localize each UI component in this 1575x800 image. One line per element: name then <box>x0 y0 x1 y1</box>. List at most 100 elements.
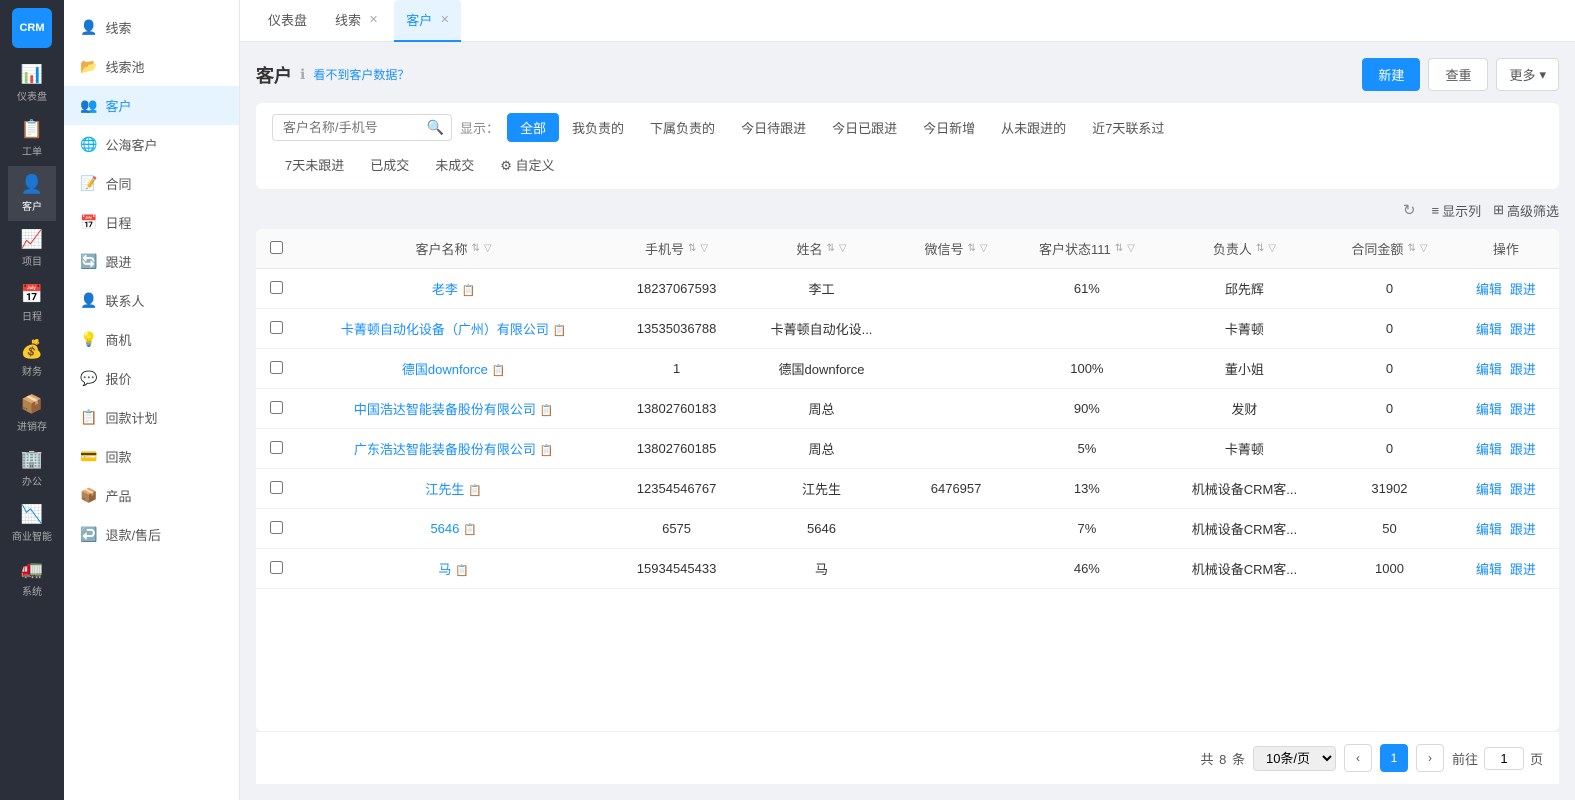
copy-icon-5[interactable]: 📋 <box>468 485 482 497</box>
edit-btn-3[interactable]: 编辑 <box>1476 402 1502 417</box>
row-select-1[interactable] <box>270 321 283 334</box>
followup-btn-3[interactable]: 跟进 <box>1510 402 1536 417</box>
nav-item-contract[interactable]: 📝合同 <box>64 164 239 203</box>
icon-sidebar-item-customer[interactable]: 👤客户 <box>8 166 56 221</box>
nav-item-leads[interactable]: 👤线索 <box>64 8 239 47</box>
followup-btn-6[interactable]: 跟进 <box>1510 522 1536 537</box>
filter-btn-completed[interactable]: 已成交 <box>357 150 422 179</box>
icon-sidebar-item-schedule[interactable]: 📅日程 <box>8 276 56 331</box>
tab-dashboard[interactable]: 仪表盘 <box>256 0 319 42</box>
tab-close-customer[interactable]: ✕ <box>440 13 449 26</box>
refresh-button[interactable]: ↻ <box>1399 197 1420 223</box>
icon-sidebar-item-work-order[interactable]: 📋工单 <box>8 111 56 166</box>
filter-btn-not-completed[interactable]: 未成交 <box>422 150 487 179</box>
reset-button[interactable]: 查重 <box>1428 58 1488 91</box>
nav-item-return[interactable]: ↩️退款/售后 <box>64 515 239 554</box>
edit-btn-4[interactable]: 编辑 <box>1476 442 1502 457</box>
copy-icon-6[interactable]: 📋 <box>463 524 477 536</box>
followup-btn-5[interactable]: 跟进 <box>1510 482 1536 497</box>
copy-icon-2[interactable]: 📋 <box>492 365 506 377</box>
filter-btn-subordinate[interactable]: 下属负责的 <box>637 113 728 142</box>
edit-btn-5[interactable]: 编辑 <box>1476 482 1502 497</box>
row-select-4[interactable] <box>270 441 283 454</box>
copy-icon-3[interactable]: 📋 <box>540 405 554 417</box>
copy-icon-7[interactable]: 📋 <box>455 565 469 577</box>
nav-item-product[interactable]: 📦产品 <box>64 476 239 515</box>
nav-item-leads-pool[interactable]: 📂线索池 <box>64 47 239 86</box>
icon-sidebar-item-office[interactable]: 🏢办公 <box>8 441 56 496</box>
filter-icon-phone[interactable]: ▽ <box>700 243 708 254</box>
advanced-filter-button[interactable]: ⊞ 高级筛选 <box>1493 201 1559 220</box>
sort-icon-wechat[interactable]: ⇅ <box>968 243 976 254</box>
filter-icon-amount[interactable]: ▽ <box>1420 243 1428 254</box>
row-select-5[interactable] <box>270 481 283 494</box>
customer-name-5[interactable]: 江先生 <box>425 482 464 497</box>
followup-btn-2[interactable]: 跟进 <box>1510 362 1536 377</box>
filter-icon-status[interactable]: ▽ <box>1127 243 1135 254</box>
customer-name-0[interactable]: 老李 <box>432 282 458 297</box>
followup-btn-7[interactable]: 跟进 <box>1510 562 1536 577</box>
select-all-checkbox[interactable] <box>270 241 283 254</box>
filter-btn-today-followed[interactable]: 今日已跟进 <box>819 113 910 142</box>
filter-icon-contact[interactable]: ▽ <box>839 243 847 254</box>
page-jump-input[interactable] <box>1484 747 1524 770</box>
nav-item-contact[interactable]: 👤联系人 <box>64 281 239 320</box>
nav-item-customer[interactable]: 👥客户 <box>64 86 239 125</box>
edit-btn-2[interactable]: 编辑 <box>1476 362 1502 377</box>
customer-name-7[interactable]: 马 <box>438 562 451 577</box>
filter-btn-all[interactable]: 全部 <box>507 113 559 142</box>
page-1-button[interactable]: 1 <box>1380 744 1408 772</box>
copy-icon-4[interactable]: 📋 <box>540 445 554 457</box>
icon-sidebar-item-bi[interactable]: 📉商业智能 <box>8 496 56 551</box>
icon-sidebar-item-dashboard[interactable]: 📊仪表盘 <box>8 56 56 111</box>
edit-btn-1[interactable]: 编辑 <box>1476 322 1502 337</box>
sort-icon-owner[interactable]: ⇅ <box>1256 243 1264 254</box>
icon-sidebar-item-project[interactable]: 📈项目 <box>8 221 56 276</box>
followup-btn-0[interactable]: 跟进 <box>1510 282 1536 297</box>
row-select-3[interactable] <box>270 401 283 414</box>
nav-item-quote[interactable]: 💬报价 <box>64 359 239 398</box>
columns-button[interactable]: ≡ 显示列 <box>1431 201 1481 220</box>
edit-btn-7[interactable]: 编辑 <box>1476 562 1502 577</box>
sort-icon-contact[interactable]: ⇅ <box>826 243 834 254</box>
followup-btn-1[interactable]: 跟进 <box>1510 322 1536 337</box>
nav-item-repayment[interactable]: 💳回款 <box>64 437 239 476</box>
next-page-button[interactable]: › <box>1416 744 1444 772</box>
tab-close-leads[interactable]: ✕ <box>369 13 378 26</box>
page-size-select[interactable]: 10条/页20条/页50条/页 <box>1253 746 1336 771</box>
row-select-7[interactable] <box>270 561 283 574</box>
search-input[interactable] <box>272 114 452 141</box>
tab-customer[interactable]: 客户✕ <box>394 0 461 42</box>
sort-icon-name[interactable]: ⇅ <box>472 243 480 254</box>
filter-btn-never-followed[interactable]: 从未跟进的 <box>988 113 1079 142</box>
followup-btn-4[interactable]: 跟进 <box>1510 442 1536 457</box>
row-select-0[interactable] <box>270 281 283 294</box>
filter-icon-name[interactable]: ▽ <box>484 243 492 254</box>
more-button[interactable]: 更多 ▾ <box>1496 58 1559 91</box>
nav-item-opportunity[interactable]: 💡商机 <box>64 320 239 359</box>
page-hint[interactable]: 看不到客户数据？ <box>313 66 409 83</box>
nav-item-sea-customer[interactable]: 🌐公海客户 <box>64 125 239 164</box>
icon-sidebar-item-finance[interactable]: 💰财务 <box>8 331 56 386</box>
filter-btn-7days-no-follow[interactable]: 7天未跟进 <box>272 150 357 179</box>
filter-icon-wechat[interactable]: ▽ <box>980 243 988 254</box>
prev-page-button[interactable]: ‹ <box>1344 744 1372 772</box>
sort-icon-phone[interactable]: ⇅ <box>688 243 696 254</box>
new-button[interactable]: 新建 <box>1362 58 1420 91</box>
filter-icon-owner[interactable]: ▽ <box>1268 243 1276 254</box>
icon-sidebar-item-system[interactable]: 🚛系统 <box>8 551 56 606</box>
customer-name-4[interactable]: 广东浩达智能装备股份有限公司 <box>354 442 536 457</box>
nav-item-repayment-plan[interactable]: 📋回款计划 <box>64 398 239 437</box>
sort-icon-amount[interactable]: ⇅ <box>1407 243 1415 254</box>
filter-btn-mine[interactable]: 我负责的 <box>559 113 637 142</box>
filter-btn-custom[interactable]: ⚙ 自定义 <box>487 150 567 179</box>
copy-icon-1[interactable]: 📋 <box>553 325 567 337</box>
search-icon[interactable]: 🔍 <box>427 119 444 136</box>
tab-leads[interactable]: 线索✕ <box>323 0 390 42</box>
nav-item-schedule[interactable]: 📅日程 <box>64 203 239 242</box>
filter-btn-today-new[interactable]: 今日新增 <box>910 113 988 142</box>
edit-btn-6[interactable]: 编辑 <box>1476 522 1502 537</box>
filter-btn-today-pending[interactable]: 今日待跟进 <box>728 113 819 142</box>
icon-sidebar-item-inventory[interactable]: 📦进销存 <box>8 386 56 441</box>
nav-item-followup[interactable]: 🔄跟进 <box>64 242 239 281</box>
